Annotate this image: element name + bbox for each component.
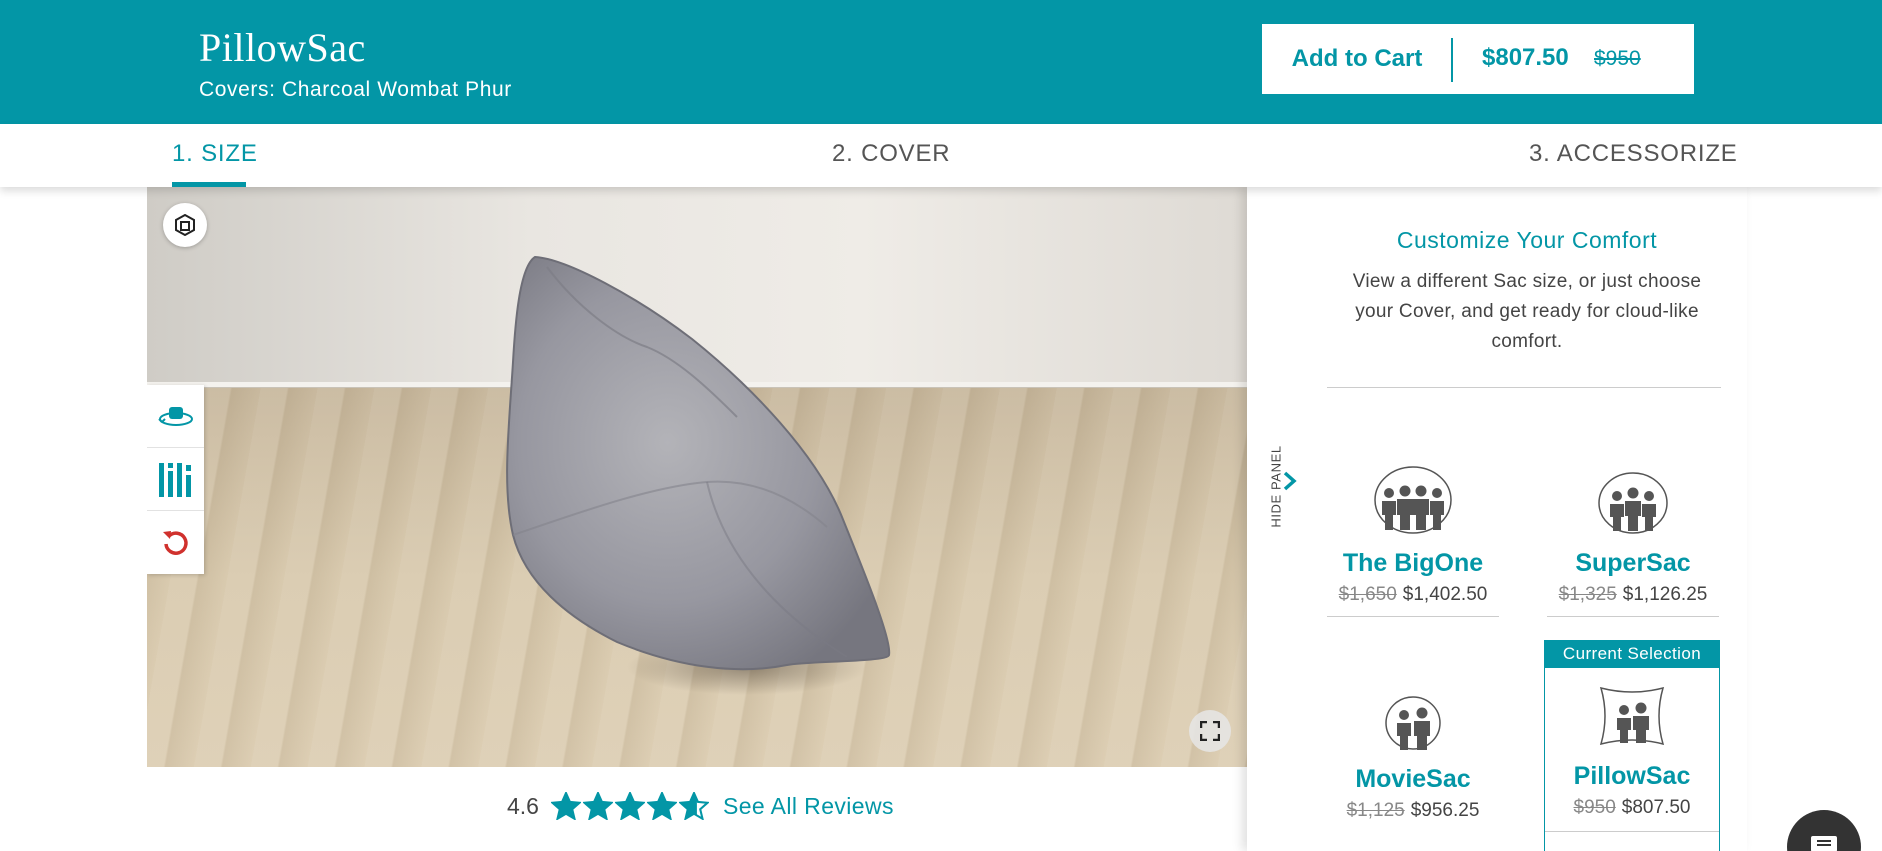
reset-icon [162,530,188,555]
size-price: $1,325 $1,126.25 [1547,584,1719,606]
hide-panel-label: HIDE PANEL [1268,445,1284,528]
size-card-pillowsac[interactable]: Current Selection PillowSac $950 $807.50 [1544,640,1720,851]
star-icon [614,792,645,820]
star-rating [550,792,711,820]
size-card-supersac[interactable]: SuperSac $1,325 $1,126.25 [1547,461,1719,617]
divider [1327,616,1499,617]
viewer-toolbar [147,385,204,574]
star-icon [646,792,677,820]
size-sale-price: $956.25 [1410,800,1480,821]
size-price: $1,125 $956.25 [1327,800,1499,822]
tab-cover[interactable]: 2. COVER [832,140,950,168]
size-price: $1,650 $1,402.50 [1327,584,1499,606]
size-price: $950 $807.50 [1545,797,1719,819]
customize-panel: HIDE PANEL Customize Your Comfort View a… [1247,187,1747,851]
star-icon [678,792,709,820]
tab-size[interactable]: 1. SIZE [172,140,258,168]
three-people-icon [1598,472,1668,534]
star-icon [550,792,581,820]
divider [1547,616,1719,617]
panel-description: View a different Sac size, or just choos… [1352,271,1702,352]
hide-panel-toggle[interactable]: HIDE PANEL [1247,427,1307,537]
size-name: The BigOne [1342,549,1484,577]
size-card-moviesac[interactable]: MovieSac $1,125 $956.25 [1327,677,1499,822]
product-title: PillowSac [199,25,366,70]
add-to-cart-button[interactable]: Add to Cart [1262,24,1452,94]
chevron-right-icon [1283,471,1297,491]
divider [1545,831,1719,832]
measure-icon [158,463,191,497]
step-nav: 1. SIZE 2. COVER 3. ACCESSORIZE [0,124,1882,187]
rotate-3d-icon [157,407,193,426]
panel-title: Customize Your Comfort [1396,227,1658,253]
rotate-3d-button[interactable] [147,385,204,448]
pillow-people-icon [1599,686,1665,746]
measure-button[interactable] [147,448,204,511]
size-old-price: $1,650 [1338,584,1397,605]
size-name: PillowSac [1573,762,1691,790]
product-viewer[interactable] [147,187,1247,767]
fullscreen-button[interactable] [1189,710,1231,752]
four-people-icon [1374,466,1452,534]
cart-box: Add to Cart $807.50 $950 [1262,24,1694,94]
original-price: $950 [1594,47,1641,70]
size-name: MovieSac [1355,765,1471,793]
fullscreen-icon [1200,721,1220,741]
chat-button[interactable] [1787,810,1861,851]
size-sale-price: $1,402.50 [1402,584,1488,605]
sac-render [506,255,891,695]
current-price: $807.50 [1482,44,1569,71]
active-tab-indicator [172,182,246,187]
reset-view-button[interactable] [147,511,204,574]
size-old-price: $1,125 [1346,800,1405,821]
size-old-price: $1,325 [1558,584,1617,605]
ar-icon [175,214,195,236]
size-card-bigone[interactable]: The BigOne $1,650 $1,402.50 [1327,461,1499,617]
chat-icon [1811,836,1837,851]
size-sale-price: $1,126.25 [1622,584,1708,605]
rating-row: 4.6 See All Reviews [507,792,894,820]
size-name: SuperSac [1575,549,1691,577]
divider [1327,387,1721,388]
size-old-price: $950 [1573,797,1616,818]
size-sale-price: $807.50 [1621,797,1691,818]
see-all-reviews-link[interactable]: See All Reviews [723,793,894,820]
ar-view-button[interactable] [163,203,207,247]
current-selection-badge: Current Selection [1545,640,1719,668]
star-icon [582,792,613,820]
header-bar: PillowSac Covers: Charcoal Wombat Phur A… [0,0,1882,124]
two-people-icon [1385,696,1441,750]
tab-accessorize[interactable]: 3. ACCESSORIZE [1529,140,1738,168]
selected-cover: Covers: Charcoal Wombat Phur [199,78,512,101]
divider [1451,38,1453,82]
rating-value: 4.6 [507,792,539,819]
